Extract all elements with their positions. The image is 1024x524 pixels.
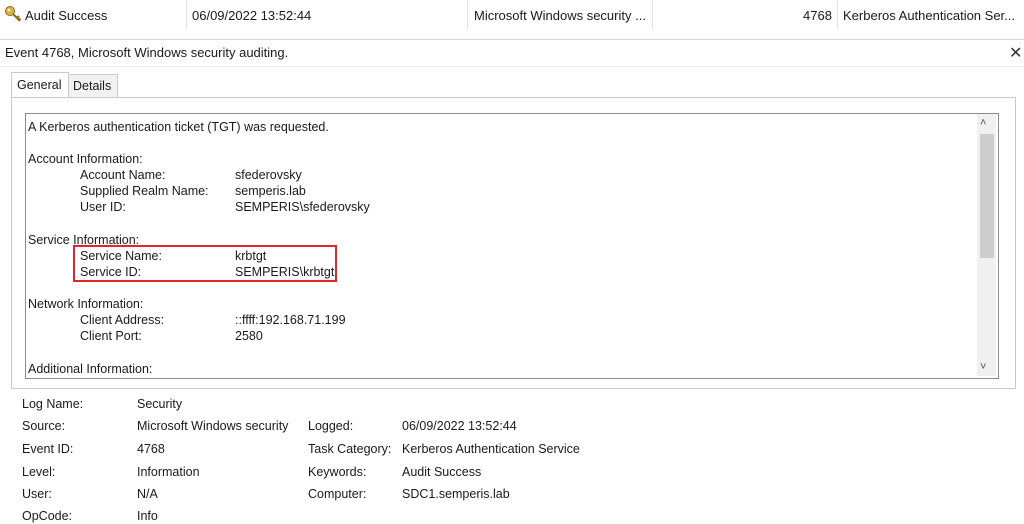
- additional-section-heading: Additional Information:: [28, 362, 153, 376]
- computer-value: SDC1.semperis.lab: [402, 487, 510, 501]
- logged-label: Logged:: [308, 419, 354, 433]
- log-name-value: Security: [137, 397, 183, 411]
- close-icon[interactable]: ✕: [1009, 43, 1022, 63]
- account-name-label: Account Name:: [80, 168, 166, 182]
- row-date-time: 06/09/2022 13:52:44: [192, 8, 312, 23]
- network-section-heading: Network Information:: [28, 297, 144, 311]
- client-address-label: Client Address:: [80, 313, 165, 327]
- client-port-value: 2580: [235, 329, 263, 343]
- realm-name-value: semperis.lab: [235, 184, 306, 198]
- chevron-up-icon[interactable]: ˄: [980, 117, 986, 129]
- source-label: Source:: [22, 419, 66, 433]
- service-info-highlight: [73, 245, 337, 282]
- account-name-value: sfederovsky: [235, 168, 302, 182]
- logged-value: 06/09/2022 13:52:44: [402, 419, 517, 433]
- level-label: Level:: [22, 465, 56, 479]
- event-title: Event 4768, Microsoft Windows security a…: [5, 45, 289, 60]
- tab-general[interactable]: General: [11, 72, 69, 99]
- scroll-thumb[interactable]: [980, 134, 994, 258]
- task-category-label: Task Category:: [308, 442, 392, 456]
- task-category-value: Kerberos Authentication Service: [402, 442, 580, 456]
- row-level: Audit Success: [25, 8, 108, 23]
- client-port-label: Client Port:: [80, 329, 142, 343]
- key-icon: [4, 5, 22, 26]
- source-value: Microsoft Windows security: [137, 419, 289, 433]
- row-source: Microsoft Windows security ...: [474, 8, 646, 23]
- level-value: Information: [137, 465, 200, 479]
- event-list-row[interactable]: Audit Success 06/09/2022 13:52:44 Micros…: [0, 0, 1024, 30]
- chevron-down-icon[interactable]: ˅: [980, 361, 986, 373]
- user-id-label: User ID:: [80, 200, 126, 214]
- event-id-value: 4768: [137, 442, 165, 456]
- tab-general-label: General: [17, 78, 62, 92]
- client-address-value: ::ffff:192.168.71.199: [235, 313, 346, 327]
- tab-details[interactable]: Details: [68, 74, 118, 98]
- row-task-category: Kerberos Authentication Ser...: [843, 8, 1015, 23]
- user-id-value: SEMPERIS\sfederovsky: [235, 200, 370, 214]
- log-name-label: Log Name:: [22, 397, 84, 411]
- tab-details-label: Details: [73, 79, 112, 93]
- keywords-value: Audit Success: [402, 465, 482, 479]
- row-event-id: 4768: [803, 8, 832, 23]
- opcode-value: Info: [137, 509, 158, 523]
- account-section-heading: Account Information:: [28, 152, 143, 166]
- keywords-label: Keywords:: [308, 465, 367, 479]
- computer-label: Computer:: [308, 487, 367, 501]
- event-id-label: Event ID:: [22, 442, 74, 456]
- user-label: User:: [22, 487, 52, 501]
- event-header: Event 4768, Microsoft Windows security a…: [0, 39, 1024, 67]
- opcode-label: OpCode:: [22, 509, 73, 523]
- user-value: N/A: [137, 487, 158, 501]
- realm-name-label: Supplied Realm Name:: [80, 184, 209, 198]
- message-intro: A Kerberos authentication ticket (TGT) w…: [28, 120, 329, 134]
